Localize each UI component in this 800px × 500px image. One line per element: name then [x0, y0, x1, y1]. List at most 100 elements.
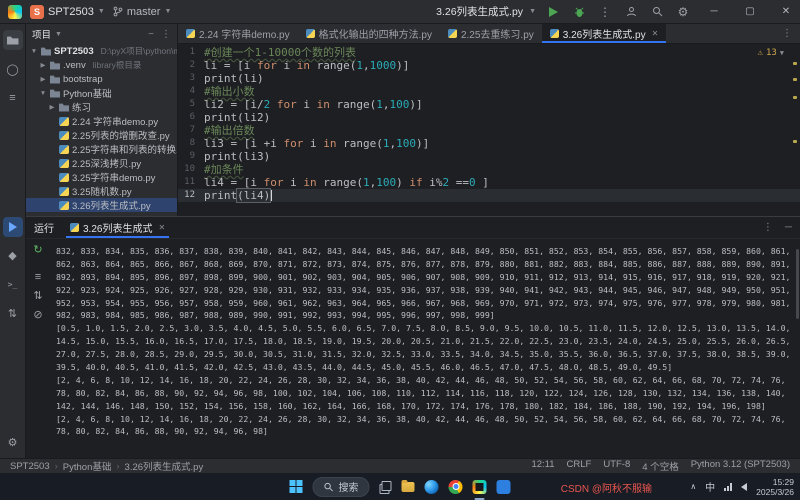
window-minimize-button[interactable]: ─ [700, 0, 728, 24]
more-actions-button[interactable]: ⋮ [596, 5, 614, 19]
run-configuration-selector[interactable]: 3.26列表生成式.py ▼ [436, 4, 536, 19]
taskbar-search[interactable]: 搜索 [313, 477, 370, 497]
tree-item[interactable]: 2.25深浅拷贝.py [26, 156, 177, 170]
console-line: 982, 983, 984, 985, 986, 987, 988, 989, … [56, 309, 796, 322]
console-scrollbar[interactable] [796, 249, 799, 319]
expander-icon[interactable]: ▶ [39, 75, 47, 83]
project-tool-button[interactable] [3, 30, 23, 50]
editor[interactable]: 1#创建一个1-10000个数的列表2li = [i for i in rang… [178, 44, 800, 216]
project-panel-title[interactable]: 项目 [32, 27, 51, 41]
services-tool-button[interactable]: ⇅ [3, 304, 23, 324]
tray-time: 15:29 [756, 477, 794, 487]
status-item[interactable]: 4 个空格 [642, 459, 678, 473]
status-item[interactable]: 12:11 [531, 459, 554, 473]
close-icon[interactable]: ✕ [652, 29, 659, 38]
tree-item-label: 2.24 字符串demo.py [72, 114, 158, 128]
pycharm-app-icon [473, 480, 487, 494]
run-panel-options-icon[interactable]: ⋮ [763, 222, 773, 233]
tabs-more-icon[interactable]: ⋮ [774, 24, 800, 43]
status-item[interactable]: CRLF [567, 459, 592, 473]
line-number: 5 [178, 98, 204, 111]
tree-item[interactable]: 2.25列表的增删改查.py [26, 128, 177, 142]
edge-browser-icon[interactable] [425, 480, 439, 494]
close-icon[interactable]: ✕ [158, 223, 165, 232]
breadcrumb-item[interactable]: SPT2503 [10, 461, 50, 472]
expander-icon[interactable]: ▶ [48, 103, 56, 111]
warning-stripe-mark [793, 96, 797, 99]
chevron-down-icon: ▼ [98, 8, 105, 15]
editor-tab[interactable]: 2.24 字符串demo.py [178, 24, 298, 43]
task-view-button[interactable] [380, 481, 392, 493]
chrome-browser-icon[interactable] [449, 480, 463, 494]
file-explorer-icon[interactable] [402, 482, 415, 492]
structure-tool-button[interactable]: ≡ [3, 88, 23, 108]
editor-tab[interactable]: 2.25去重练习.py [440, 24, 542, 43]
debug-button[interactable] [570, 6, 588, 18]
tree-item[interactable]: ▶练习 [26, 100, 177, 114]
status-item[interactable]: Python 3.12 (SPT2503) [691, 459, 790, 473]
hide-panel-icon[interactable]: ─ [785, 222, 792, 233]
run-button[interactable] [544, 7, 562, 17]
run-tab-label: 3.26列表生成式 [83, 220, 152, 235]
python-file-icon [186, 29, 195, 38]
clear-output-button[interactable]: ⊘ [33, 310, 42, 321]
tree-item-label: 3.25随机数.py [72, 184, 132, 198]
tree-item[interactable]: 3.26列表生成式.py [26, 198, 177, 212]
editor-tabs: 2.24 字符串demo.py格式化输出的四种方法.py2.25去重练习.py3… [178, 24, 666, 43]
run-console[interactable]: 832, 833, 834, 835, 836, 837, 838, 839, … [50, 239, 800, 458]
project-selector[interactable]: S SPT2503 ▼ [30, 5, 105, 19]
inspections-widget[interactable]: ⚠ 13 ▼ [758, 47, 784, 60]
tree-item[interactable]: 2.25字符串和列表的转换.py [26, 142, 177, 156]
window-close-button[interactable]: ✕ [772, 0, 800, 24]
folder-icon [7, 36, 19, 45]
collapse-all-icon[interactable]: − [148, 29, 154, 40]
tree-item[interactable]: ▶.venvlibrary根目录 [26, 58, 177, 72]
panel-options-icon[interactable]: ⋮ [161, 29, 171, 40]
network-icon[interactable] [724, 483, 732, 491]
code-line: 2li = [i for i in range(1,1000)] [178, 59, 800, 72]
editor-tab[interactable]: 格式化输出的四种方法.py [298, 24, 440, 43]
tray-expand-chevron[interactable]: ∧ [690, 482, 696, 491]
vcs-branch-selector[interactable]: master ▼ [113, 6, 172, 18]
expander-icon[interactable]: ▼ [39, 90, 47, 97]
settings-strip-button[interactable]: ⚙ [3, 432, 23, 452]
csdn-watermark: CSDN @阿秋不服输 [561, 480, 652, 495]
blue-app-icon[interactable] [497, 480, 511, 494]
taskbar-clock[interactable]: 15:29 2025/3/26 [756, 477, 794, 497]
window-maximize-button[interactable]: ▢ [736, 0, 764, 24]
editor-tab-label: 3.26列表生成式.py [563, 26, 646, 41]
pycharm-taskbar-button[interactable] [473, 477, 487, 497]
run-tool-button[interactable] [3, 217, 23, 237]
scroll-end-button[interactable]: ⇅ [33, 291, 42, 302]
search-everywhere-button[interactable] [648, 6, 666, 17]
volume-icon[interactable] [741, 483, 747, 491]
windows-start-button[interactable] [290, 480, 303, 493]
pin-tab-button[interactable]: ≡ [35, 272, 41, 283]
breadcrumb-item[interactable]: 3.26列表生成式.py [125, 459, 204, 473]
line-number: 7 [178, 124, 204, 137]
breadcrumb-item[interactable]: Python基础 [63, 459, 112, 473]
rerun-button[interactable]: ↻ [33, 245, 42, 256]
run-tool-label[interactable]: 运行 [34, 220, 54, 235]
python-file-icon [59, 187, 69, 196]
run-tab[interactable]: 3.26列表生成式 ✕ [66, 217, 169, 238]
commit-tool-button[interactable]: ◯ [3, 59, 23, 79]
console-line: 922, 923, 924, 925, 926, 927, 928, 929, … [56, 284, 796, 297]
input-method-indicator[interactable]: 中 [705, 479, 715, 494]
tree-item-label: 2.25深浅拷贝.py [72, 156, 141, 170]
console-line: 952, 953, 954, 955, 956, 957, 958, 959, … [56, 297, 796, 310]
expander-icon[interactable]: ▶ [39, 61, 47, 69]
user-account-button[interactable] [622, 6, 640, 17]
debug-tool-button[interactable]: ◆ [3, 246, 23, 266]
status-item[interactable]: UTF-8 [603, 459, 630, 473]
editor-tab[interactable]: 3.26列表生成式.py ✕ [542, 24, 667, 43]
tree-item[interactable]: 2.24 字符串demo.py [26, 114, 177, 128]
terminal-tool-button[interactable]: >_ [3, 275, 23, 295]
tree-item[interactable]: ▼Python基础 [26, 86, 177, 100]
tree-item[interactable]: ▼SPT2503D:\pyX项目\python\myflaskpro [26, 44, 177, 58]
expander-icon[interactable]: ▼ [30, 48, 38, 55]
tree-item[interactable]: 3.25随机数.py [26, 184, 177, 198]
tree-item[interactable]: 3.25字符串demo.py [26, 170, 177, 184]
settings-button[interactable]: ⚙ [674, 5, 692, 19]
tree-item[interactable]: ▶bootstrap [26, 72, 177, 86]
